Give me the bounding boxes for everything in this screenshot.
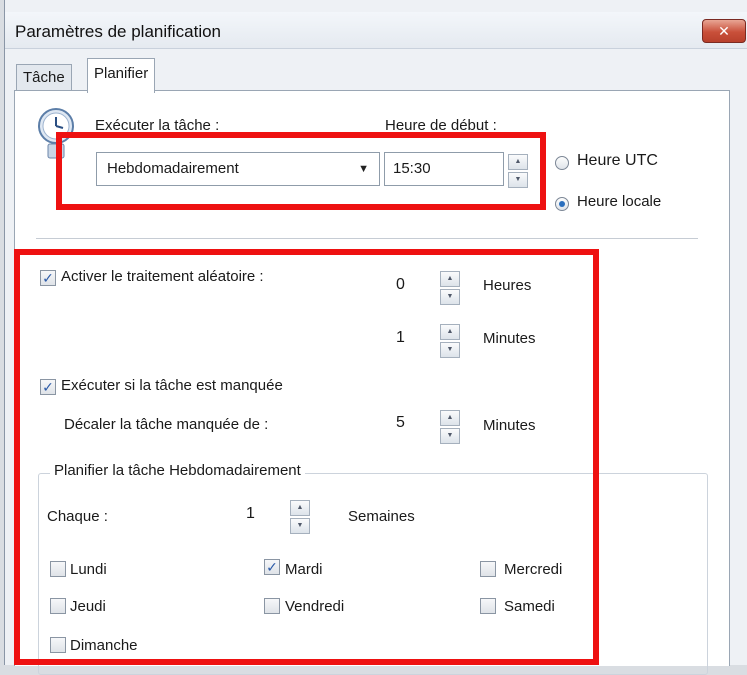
utc-radio[interactable]: [555, 156, 569, 170]
local-time-radio[interactable]: [555, 197, 569, 211]
title-bar: Paramètres de planification ✕: [5, 12, 747, 49]
tab-planifier[interactable]: Planifier: [87, 58, 156, 93]
close-icon: ✕: [718, 23, 730, 39]
highlight-box-bottom: [14, 249, 599, 665]
tab-tache[interactable]: Tâche: [16, 64, 72, 91]
local-time-radio-label: Heure locale: [577, 193, 662, 210]
highlight-box-top: [56, 132, 546, 210]
close-button[interactable]: ✕: [702, 19, 746, 43]
utc-radio-label: Heure UTC: [577, 152, 658, 169]
separator: [36, 238, 698, 239]
window-title: Paramètres de planification: [15, 22, 222, 41]
